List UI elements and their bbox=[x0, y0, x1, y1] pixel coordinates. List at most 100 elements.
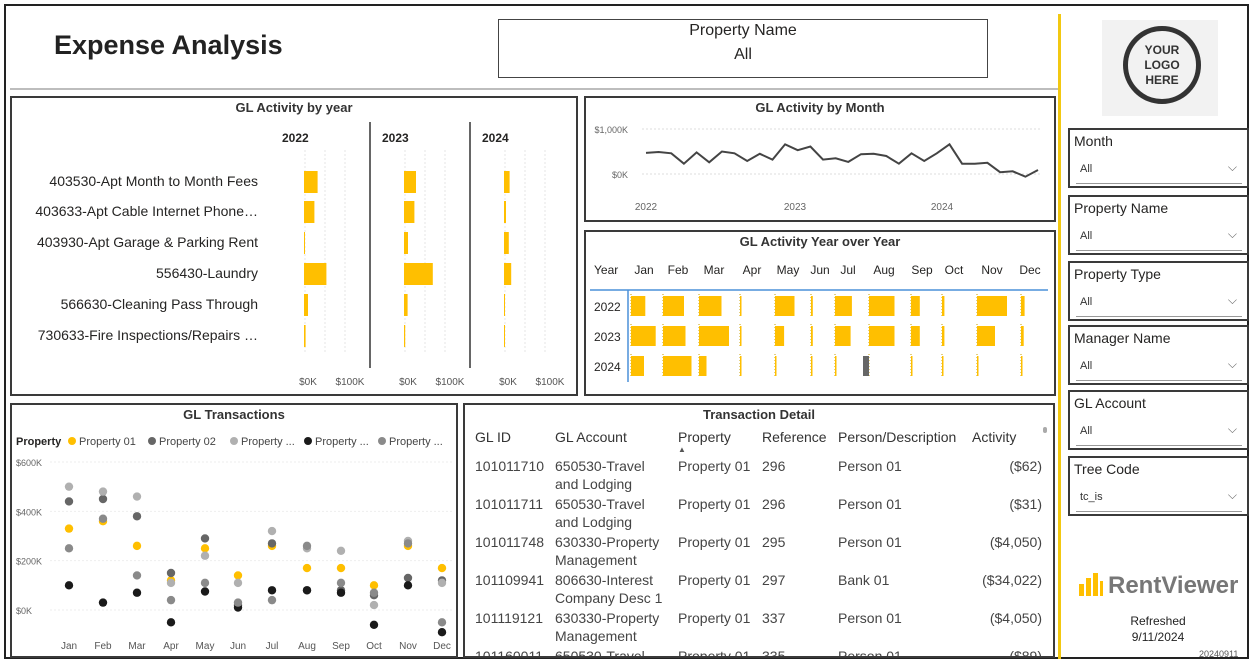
bar bbox=[404, 171, 416, 193]
slicer-property-name[interactable]: Property Name All ⌵ bbox=[1068, 195, 1249, 255]
bar bbox=[504, 201, 506, 223]
column-header-gl-id[interactable]: GL ID bbox=[471, 425, 551, 455]
bar bbox=[404, 201, 415, 223]
bar bbox=[304, 201, 315, 223]
logo-placeholder: YOUR LOGO HERE bbox=[1102, 20, 1218, 116]
yoy-bar bbox=[631, 356, 644, 376]
slicer-label: Month bbox=[1074, 133, 1113, 149]
x-tick-label: $0K bbox=[399, 377, 417, 388]
slicer-value: All bbox=[1080, 296, 1093, 308]
chevron-down-icon[interactable]: ⌵ bbox=[1228, 488, 1237, 503]
x-tick-label: 2023 bbox=[784, 202, 807, 213]
chevron-down-icon[interactable]: ⌵ bbox=[1228, 357, 1237, 372]
chevron-down-icon[interactable]: ⌵ bbox=[1228, 160, 1237, 175]
table-row[interactable]: 101011748 630330-Property Management Prope… bbox=[471, 531, 1046, 569]
slicer-property-type[interactable]: Property Type All ⌵ bbox=[1068, 261, 1249, 321]
bar bbox=[304, 232, 305, 254]
chevron-down-icon[interactable]: ⌵ bbox=[1228, 227, 1237, 242]
cell-gl-account: 650530-Travel and Lodging bbox=[555, 496, 645, 530]
legend-marker bbox=[230, 437, 238, 445]
yoy-bar bbox=[977, 296, 1007, 316]
data-point bbox=[200, 534, 210, 543]
table-row[interactable]: 101160011 650530-Travel Property 01 335 Pers… bbox=[471, 645, 1046, 658]
property-name-card-value: All bbox=[734, 46, 752, 63]
yoy-bar bbox=[811, 326, 813, 346]
rentviewer-logo: RentViewer bbox=[1078, 570, 1238, 603]
cell-activity: ($62) bbox=[1009, 458, 1042, 474]
chevron-down-icon[interactable]: ⌵ bbox=[1228, 293, 1237, 308]
slicer-month[interactable]: Month All ⌵ bbox=[1068, 128, 1249, 188]
data-point bbox=[403, 581, 413, 590]
slicer-manager-name[interactable]: Manager Name All ⌵ bbox=[1068, 325, 1249, 385]
data-point bbox=[267, 539, 277, 548]
table-row[interactable]: 101011710 650530-Travel and Lodging Proper… bbox=[471, 455, 1046, 493]
property-name-card[interactable]: Property Name All bbox=[498, 19, 988, 78]
month-header: Oct bbox=[945, 263, 964, 277]
column-header-gl-account[interactable]: GL Account bbox=[551, 425, 674, 455]
slicer-dropdown[interactable] bbox=[1076, 158, 1242, 184]
year-label: 2023 bbox=[594, 330, 621, 344]
bar bbox=[404, 232, 408, 254]
data-point bbox=[437, 628, 447, 637]
data-point bbox=[369, 581, 379, 590]
bar bbox=[504, 263, 512, 285]
bar bbox=[504, 325, 505, 347]
cell-gl-account: 806630-Interest Company Desc 1 bbox=[555, 572, 663, 606]
yoy-bar bbox=[811, 296, 813, 316]
x-tick-label: 2024 bbox=[931, 202, 954, 213]
panel-title: Transaction Detail bbox=[703, 407, 815, 422]
table-row[interactable]: 101109941 806630-Interest Company Desc 1 P… bbox=[471, 569, 1046, 607]
x-tick-label: 2022 bbox=[635, 202, 658, 213]
data-point bbox=[166, 595, 176, 605]
cell-property: Property 01 bbox=[678, 534, 751, 550]
table-row[interactable]: 101119121 630330-Property Management Prope… bbox=[471, 607, 1046, 645]
x-tick-label: Jul bbox=[266, 641, 279, 652]
legend-label: Property ... bbox=[389, 436, 443, 448]
cell-gl-account: 650530-Travel and Lodging bbox=[555, 458, 645, 492]
slicer-dropdown[interactable] bbox=[1076, 355, 1242, 381]
data-point bbox=[132, 492, 142, 501]
sort-ascending-icon[interactable]: ▲ bbox=[678, 445, 686, 454]
yoy-bar bbox=[699, 326, 729, 346]
data-point bbox=[233, 571, 243, 580]
slicer-dropdown[interactable] bbox=[1076, 420, 1242, 446]
data-point bbox=[200, 587, 210, 596]
logo-text-3: HERE bbox=[1145, 73, 1179, 87]
cell-activity: ($4,050) bbox=[989, 534, 1042, 550]
header-divider bbox=[10, 88, 1060, 90]
table-row[interactable]: 101011711 650530-Travel and Lodging Proper… bbox=[471, 493, 1046, 531]
slicer-dropdown[interactable] bbox=[1076, 225, 1242, 251]
data-point bbox=[336, 546, 346, 555]
cell-activity: ($31) bbox=[1009, 496, 1042, 512]
slicer-dropdown[interactable] bbox=[1076, 291, 1242, 317]
cell-reference: 337 bbox=[762, 610, 786, 626]
year-header: 2024 bbox=[482, 131, 509, 145]
cell-property: Property 01 bbox=[678, 648, 751, 658]
cell-activity: ($4,050) bbox=[989, 610, 1042, 626]
slicer-tree-code[interactable]: Tree Code tc_is ⌵ bbox=[1068, 456, 1249, 516]
data-point bbox=[64, 497, 74, 506]
yoy-bar bbox=[1021, 356, 1023, 376]
data-point bbox=[267, 526, 277, 536]
bar-chart-icon bbox=[1078, 570, 1104, 603]
series-line bbox=[645, 142, 1039, 178]
gl-activity-by-year-panel: GL Activity by year 403530-Apt Month to … bbox=[10, 96, 578, 396]
yoy-bar bbox=[942, 356, 944, 376]
cell-reference: 335 bbox=[762, 648, 786, 658]
chevron-down-icon[interactable]: ⌵ bbox=[1228, 422, 1237, 437]
column-header-reference[interactable]: Reference bbox=[758, 425, 834, 455]
x-tick-label: Nov bbox=[399, 641, 417, 652]
month-header: Jan bbox=[634, 263, 653, 277]
y-tick-label: $0K bbox=[16, 606, 32, 616]
column-header-activity[interactable]: Activity bbox=[968, 425, 1046, 455]
column-header-property[interactable]: Property ▲ bbox=[674, 425, 758, 455]
slicer-label: Property Name bbox=[1074, 200, 1169, 216]
y-tick-label: $400K bbox=[16, 507, 42, 517]
bar bbox=[504, 294, 505, 316]
slicer-gl-account[interactable]: GL Account All ⌵ bbox=[1068, 390, 1249, 450]
cell-gl-id: 101011748 bbox=[475, 534, 545, 550]
slicer-value: All bbox=[1080, 425, 1093, 437]
data-point bbox=[98, 487, 108, 496]
cell-reference: 296 bbox=[762, 496, 786, 512]
column-header-person[interactable]: Person/Description bbox=[834, 425, 968, 455]
